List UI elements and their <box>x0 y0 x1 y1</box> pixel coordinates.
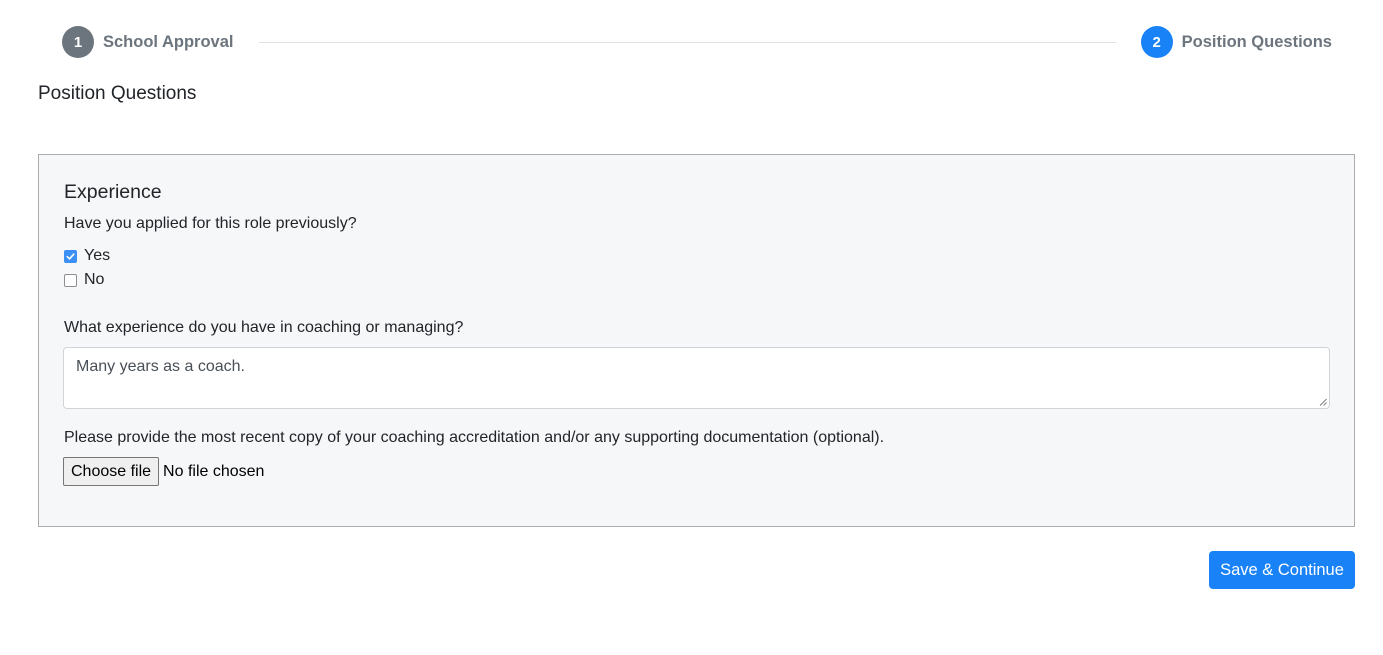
save-continue-button[interactable]: Save & Continue <box>1209 551 1355 589</box>
page-title: Position Questions <box>38 83 197 104</box>
checkbox-no[interactable] <box>64 273 77 287</box>
option-yes-label: Yes <box>84 247 111 264</box>
experience-textarea[interactable]: Many years as a coach. <box>63 347 1330 409</box>
progress-stepper: 1 School Approval 2 Position Questions <box>62 26 1332 58</box>
experience-panel: Experience Have you applied for this rol… <box>38 154 1355 527</box>
step-number-badge: 2 <box>1140 26 1173 58</box>
file-upload: Choose file No file chosen <box>63 457 264 486</box>
section-title: Experience <box>64 181 162 203</box>
checkmark-icon <box>66 252 75 260</box>
step-connector-line <box>258 41 1116 43</box>
step-number-badge: 1 <box>62 26 94 58</box>
step-position-questions: 2 Position Questions <box>1140 26 1332 58</box>
checkbox-yes[interactable] <box>64 249 77 263</box>
file-status-text: No file chosen <box>163 462 265 480</box>
question-experience-label: What experience do you have in coaching … <box>64 319 464 336</box>
option-no-label: No <box>84 271 105 288</box>
step-school-approval: 1 School Approval <box>62 26 234 58</box>
question-accreditation-label: Please provide the most recent copy of y… <box>64 429 885 446</box>
question-applied-previously-label: Have you applied for this role previousl… <box>64 215 357 232</box>
option-yes[interactable]: Yes <box>64 247 110 265</box>
step-label: School Approval <box>103 32 234 51</box>
option-no[interactable]: No <box>64 271 104 289</box>
step-label: Position Questions <box>1181 32 1332 51</box>
resize-handle-icon[interactable] <box>1319 398 1327 406</box>
experience-textarea-value: Many years as a coach. <box>76 358 245 375</box>
choose-file-button[interactable]: Choose file <box>63 457 160 486</box>
